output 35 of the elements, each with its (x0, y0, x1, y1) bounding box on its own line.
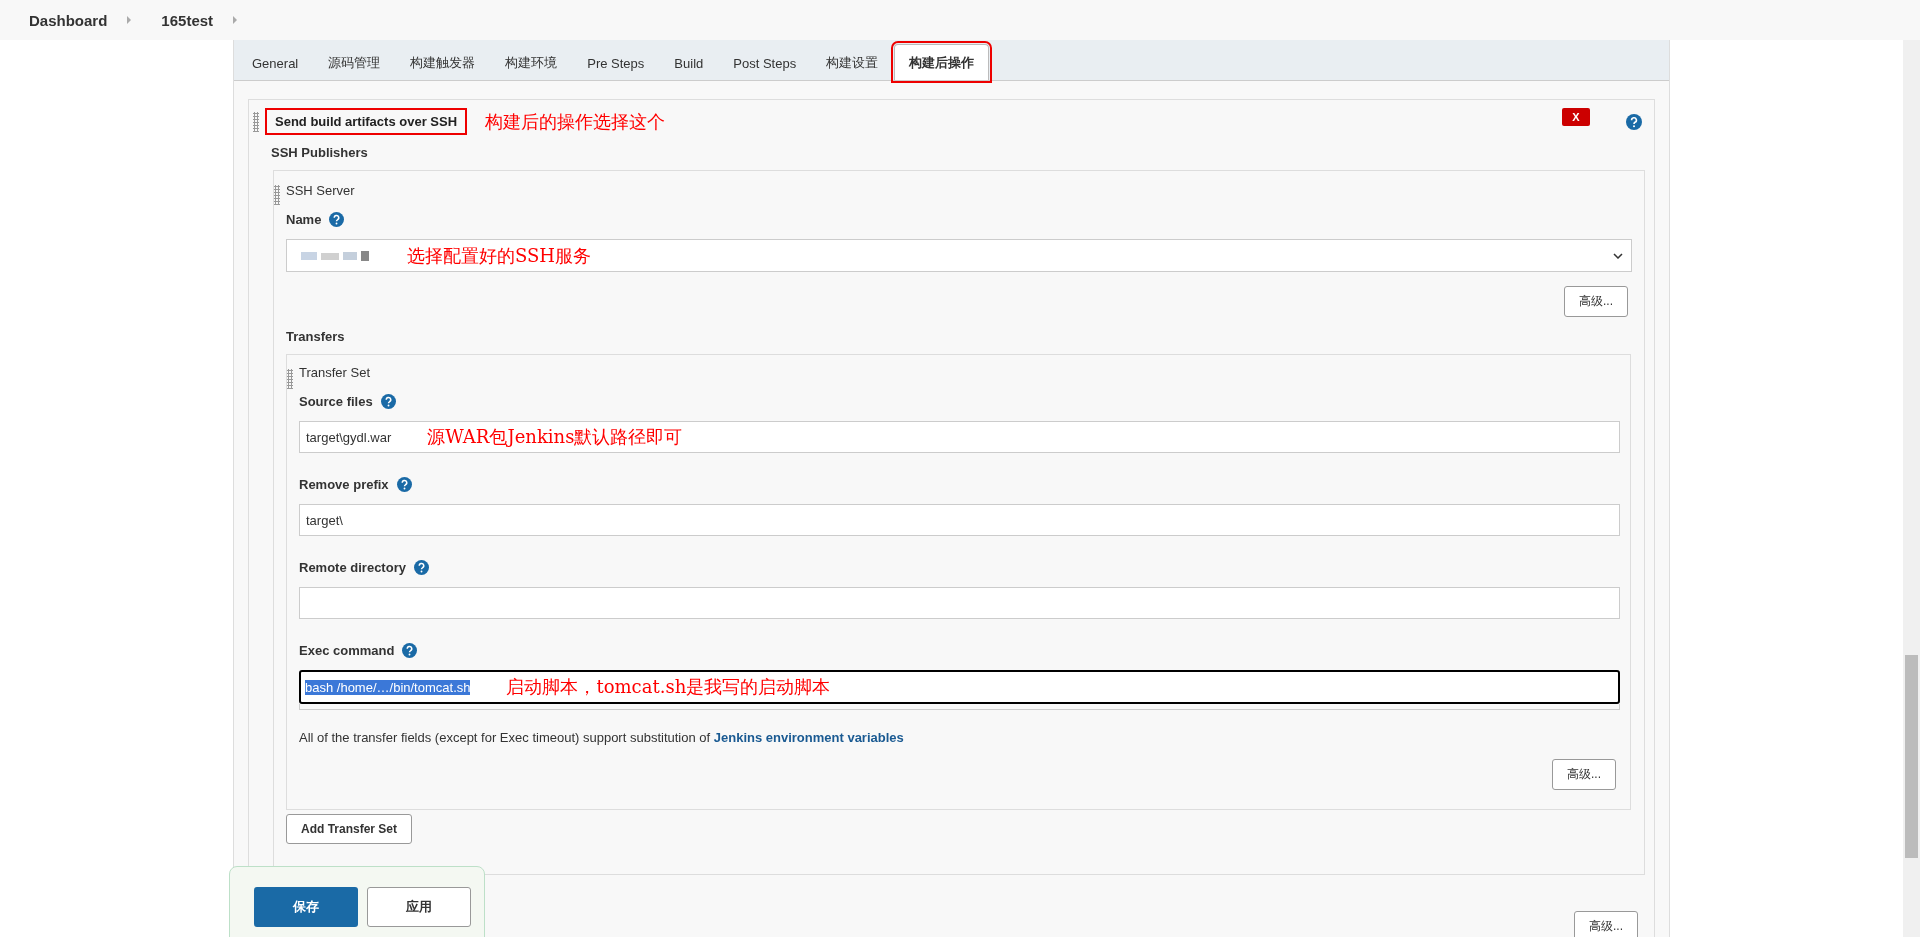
field-label: SSH Publishers (271, 145, 369, 160)
tab[interactable]: 构建环境 (491, 46, 572, 80)
input-field[interactable]: target\gydl.war 源WAR包Jenkins默认路径即可 (299, 421, 1620, 453)
field-label: Remote directory (299, 560, 406, 575)
server-select[interactable]: 选择配置好的SSH服务 (286, 239, 1632, 272)
advanced-button[interactable]: 高级... (1574, 911, 1638, 937)
field-label: Name (286, 212, 322, 227)
tab[interactable]: 源码管理 (314, 46, 395, 80)
breadcrumb-link[interactable]: 165test (161, 11, 214, 29)
apply-button[interactable]: 应用 (367, 887, 471, 927)
save-button[interactable]: 保存 (254, 887, 358, 927)
tab[interactable]: 构建设置 (812, 46, 893, 80)
tab[interactable]: Post Steps (719, 46, 811, 80)
field-label: Exec command (299, 643, 395, 658)
tab[interactable]: 构建后操作 (894, 44, 990, 80)
tab[interactable]: General (238, 46, 313, 80)
tab[interactable]: Build (660, 46, 718, 80)
help-text: All of the transfer fields (except for Exec timeout) support substitution of Jenkins environment variables (299, 730, 905, 745)
advanced-button[interactable]: 高级... (1564, 286, 1628, 317)
annotation-text: 构建后的操作选择这个 (485, 109, 666, 134)
field-label: Source files (299, 394, 373, 409)
breadcrumb-link[interactable]: Dashboard (29, 11, 108, 29)
tab[interactable]: Pre Steps (573, 46, 659, 80)
variables-link[interactable]: Jenkins environment variables (713, 730, 904, 745)
delete-button[interactable]: X (1562, 108, 1590, 126)
input-field[interactable]: target\ (299, 504, 1620, 536)
field-label: Transfers (286, 329, 346, 344)
tab[interactable]: 构建触发器 (396, 46, 490, 80)
field-label: Remove prefix (299, 477, 389, 492)
advanced-button[interactable]: 高级... (1552, 759, 1616, 790)
card-title: SSH Server (286, 183, 356, 198)
card-title: Transfer Set (299, 365, 372, 380)
command-textarea[interactable]: bash /home/…/bin/tomcat.sh 启动脚本，tomcat.sh是我写的启动脚本 (299, 670, 1620, 704)
section-title: Send build artifacts over SSH (265, 108, 468, 135)
add-transfer-set-button[interactable]: Add Transfer Set (286, 814, 413, 844)
